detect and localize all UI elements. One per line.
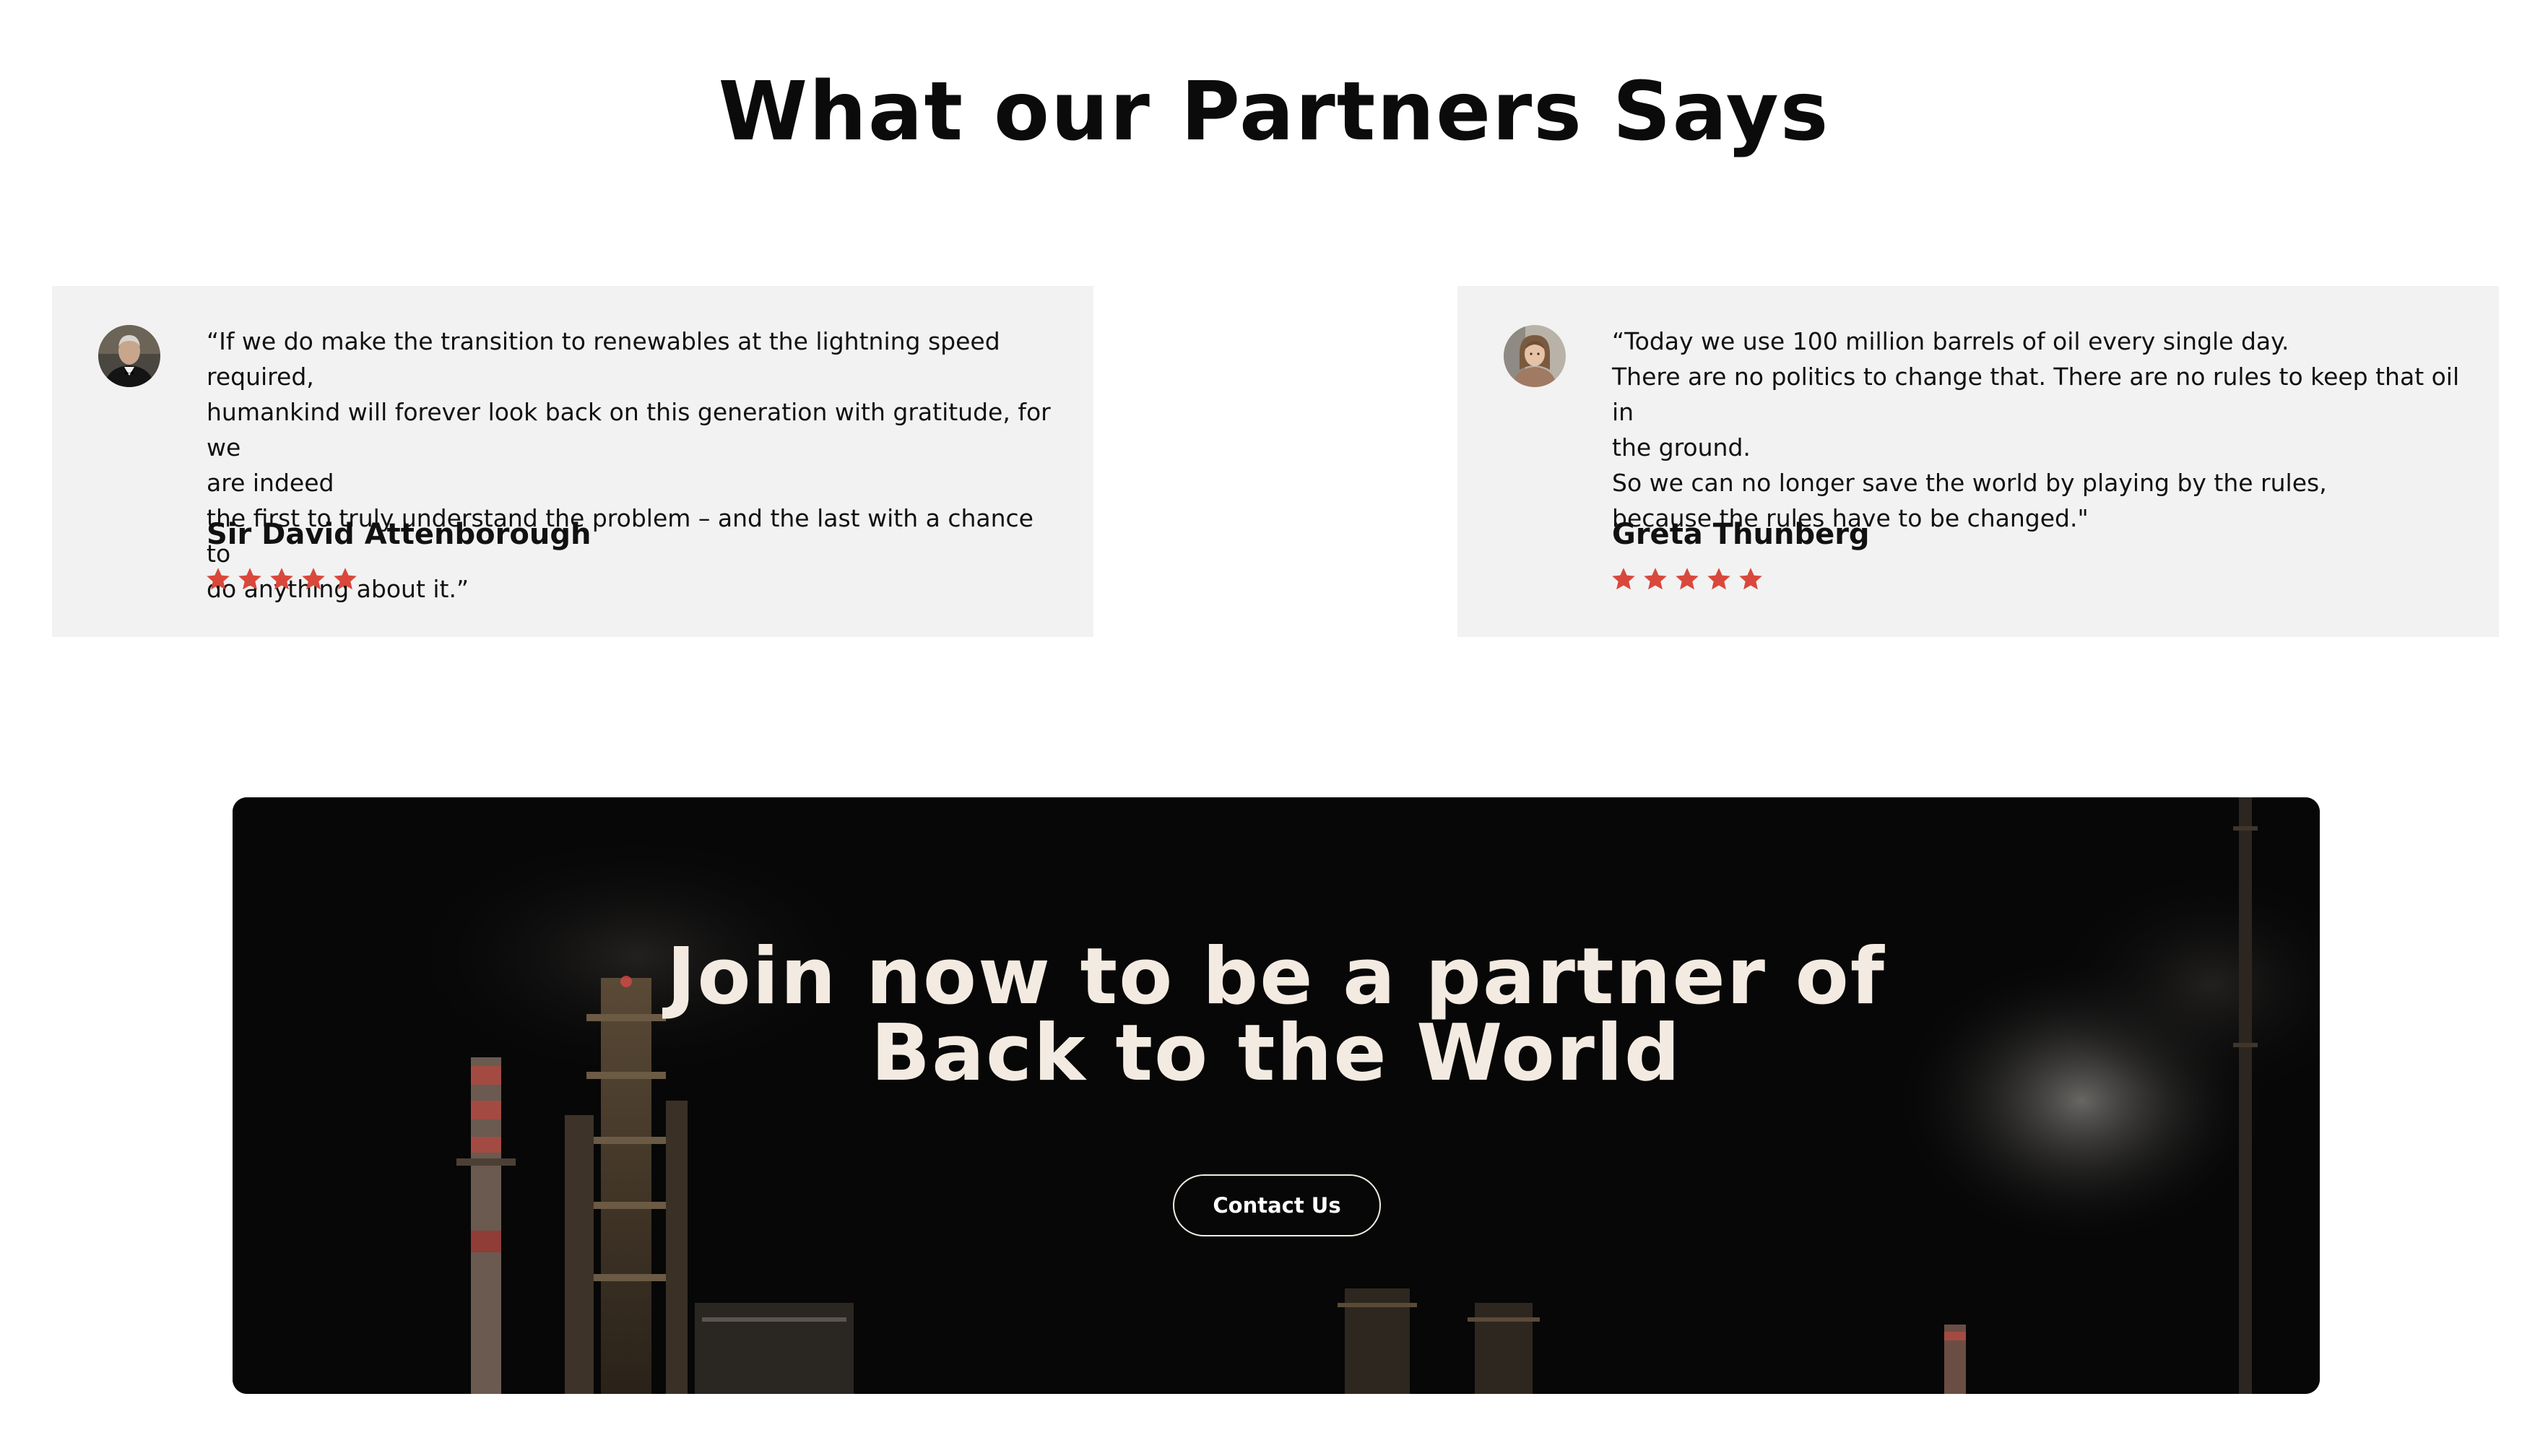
star-icon [334, 568, 357, 590]
avatar [1504, 325, 1566, 387]
cta-banner: Join now to be a partner of Back to the … [233, 797, 2320, 1394]
star-icon [1707, 568, 1730, 590]
star-rating [1611, 566, 1764, 592]
avatar [98, 325, 160, 387]
quote-line: So we can no longer save the world by pl… [1612, 469, 2327, 497]
testimonial-author: Sir David Attenborough [207, 518, 592, 551]
quote-line: There are no politics to change that. Th… [1612, 363, 2460, 426]
quote-line: “If we do make the transition to renewab… [207, 327, 1000, 391]
section-title: What our Partners Says [718, 65, 1830, 159]
quote-line: the ground. [1612, 433, 1751, 462]
star-icon [238, 568, 261, 590]
man-portrait-icon [98, 325, 160, 387]
page: What our Partners Says “If we do make th… [0, 0, 2548, 1456]
quote-line: are indeed [207, 469, 334, 497]
cta-title: Join now to be a partner of Back to the … [233, 932, 2320, 1098]
quote-line: humankind will forever look back on this… [207, 398, 1051, 462]
star-icon [1612, 568, 1635, 590]
testimonial-quote: “Today we use 100 million barrels of oil… [1612, 324, 2464, 536]
star-icon [1644, 568, 1667, 590]
contact-us-button[interactable]: Contact Us [1173, 1174, 1381, 1236]
woman-portrait-icon [1504, 325, 1566, 387]
quote-line: “Today we use 100 million barrels of oil… [1612, 327, 2289, 355]
testimonial-card: “If we do make the transition to renewab… [52, 286, 1093, 637]
star-icon [207, 568, 230, 590]
star-icon [302, 568, 325, 590]
star-rating [205, 566, 358, 592]
testimonial-author: Greta Thunberg [1612, 518, 1870, 551]
star-icon [270, 568, 293, 590]
cta-title-line: Join now to be a partner of [667, 932, 1886, 1022]
cta-title-line: Back to the World [870, 1008, 1682, 1098]
star-icon [1739, 568, 1762, 590]
star-icon [1676, 568, 1699, 590]
testimonial-card: “Today we use 100 million barrels of oil… [1457, 286, 2499, 637]
testimonial-quote: “If we do make the transition to renewab… [207, 324, 1059, 607]
